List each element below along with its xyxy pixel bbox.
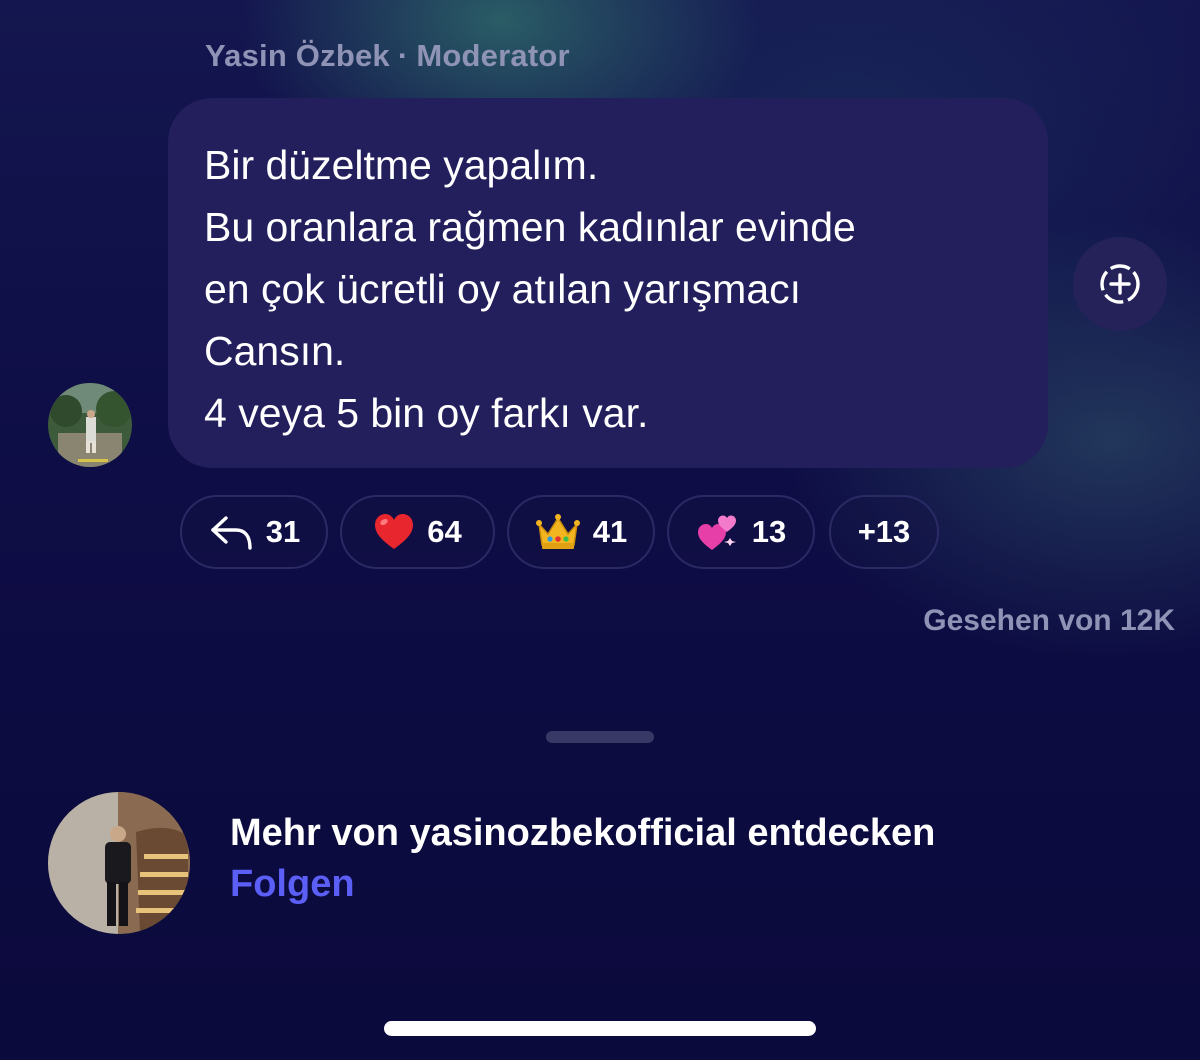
reaction-count: 64 [427, 514, 462, 549]
author-separator: · [397, 38, 409, 73]
author-name[interactable]: Yasin Özbek [205, 38, 390, 73]
heart-emoji-icon [373, 512, 415, 552]
message-line: Cansın. [204, 328, 346, 374]
message-line: en çok ücretli oy atılan yarışmacı [204, 266, 802, 312]
reply-icon [208, 512, 254, 552]
author-role: Moderator [416, 38, 570, 73]
message-bubble[interactable]: Bir düzeltme yapalım. Bu oranlara rağmen… [168, 98, 1048, 468]
two-hearts-emoji-icon [696, 512, 740, 552]
more-reactions-count: +13 [857, 514, 911, 549]
reply-count: 31 [265, 514, 301, 549]
add-reaction-button[interactable] [1073, 237, 1167, 331]
reaction-two-hearts[interactable]: 13 [667, 495, 815, 569]
reaction-crown[interactable]: 41 [507, 495, 655, 569]
message-author-line: Yasin Özbek · Moderator [205, 38, 570, 74]
sheet-drag-handle[interactable] [546, 731, 654, 743]
add-reaction-icon [1100, 264, 1140, 304]
follow-button[interactable]: Folgen [230, 863, 355, 906]
reaction-heart[interactable]: 64 [340, 495, 495, 569]
discover-more-title: Mehr von yasinozbekofficial entdecken [230, 812, 936, 854]
reaction-count: 13 [751, 514, 787, 549]
home-indicator[interactable] [384, 1021, 816, 1036]
message-line: 4 veya 5 bin oy farkı var. [204, 390, 649, 436]
crown-emoji-icon [535, 512, 581, 552]
reply-count-button[interactable]: 31 [180, 495, 328, 569]
message-line: Bu oranlara rağmen kadınlar evinde [204, 204, 856, 250]
author-avatar[interactable] [48, 383, 132, 467]
reaction-count: 41 [592, 514, 628, 549]
seen-by-count[interactable]: Gesehen von 12K [923, 604, 1175, 638]
more-reactions-button[interactable]: +13 [829, 495, 939, 569]
message-line: Bir düzeltme yapalım. [204, 142, 599, 188]
profile-avatar[interactable] [48, 792, 190, 934]
